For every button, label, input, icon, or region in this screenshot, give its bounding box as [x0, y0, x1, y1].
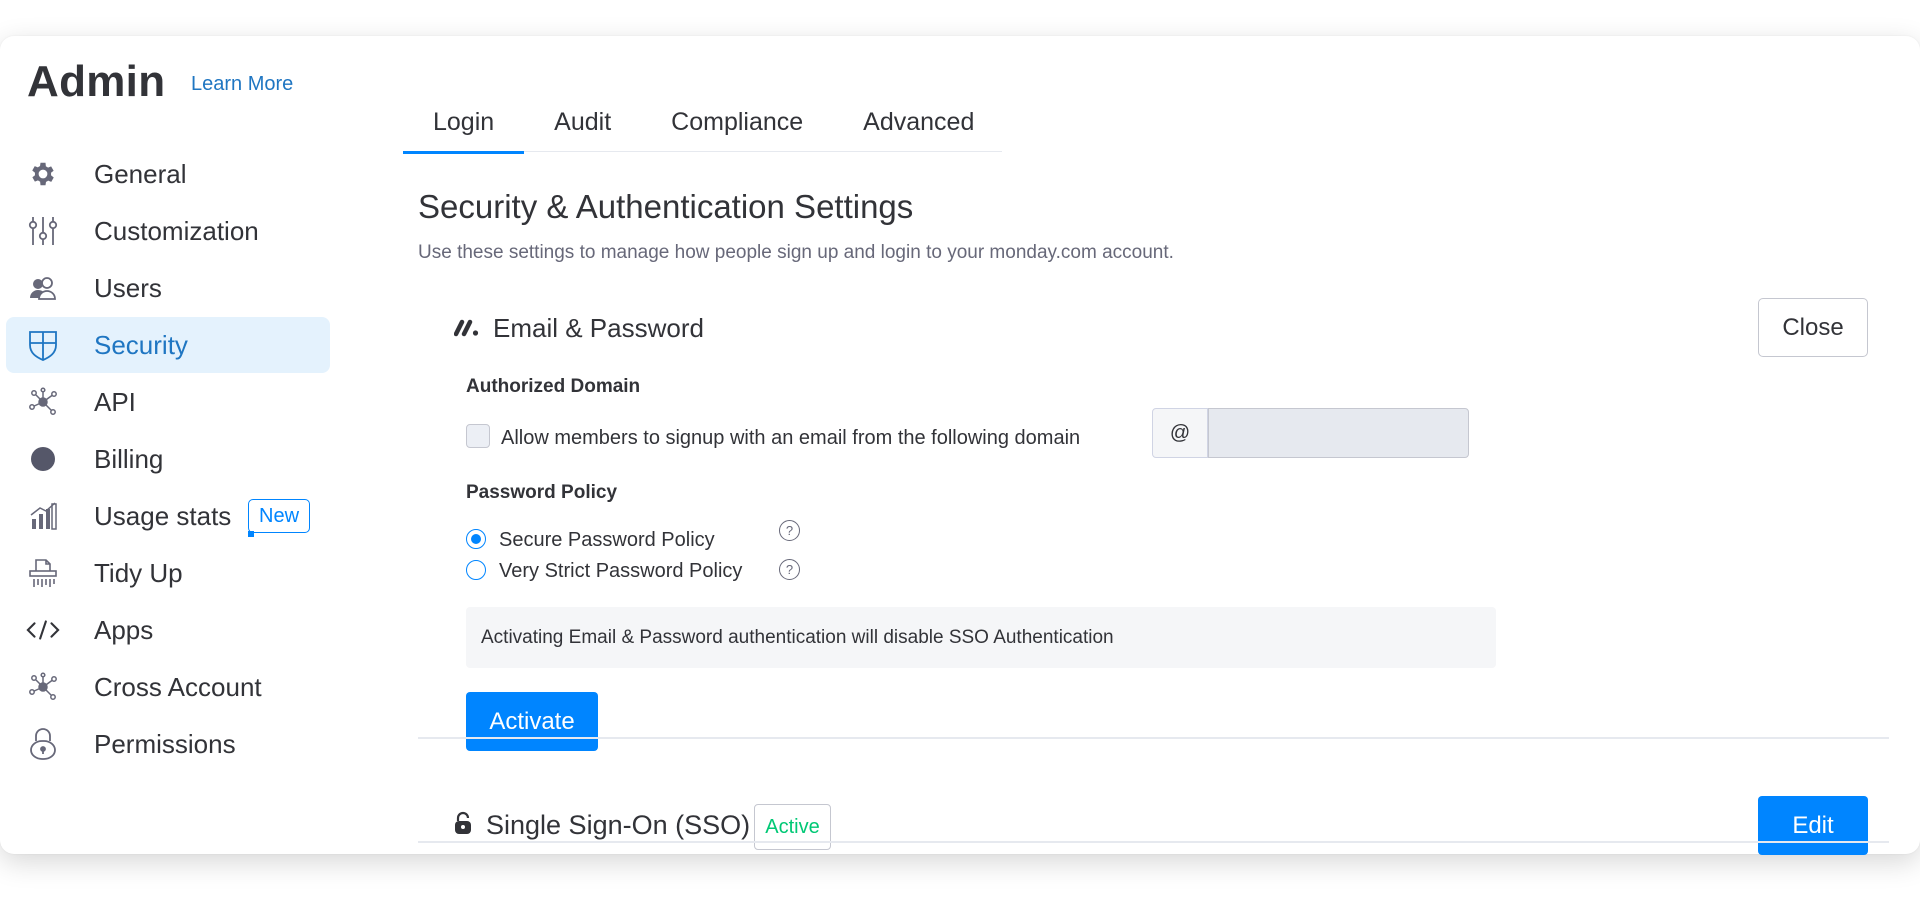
sidebar-item-billing[interactable]: Billing: [6, 431, 330, 487]
tab-compliance[interactable]: Compliance: [641, 92, 833, 152]
help-icon[interactable]: ?: [779, 520, 800, 541]
edit-button[interactable]: Edit: [1758, 796, 1868, 855]
secure-policy-label: Secure Password Policy: [499, 529, 715, 551]
secure-policy-radio[interactable]: [466, 529, 486, 549]
sidebar-nav: General Customization Users Security API: [6, 146, 330, 773]
new-badge: New: [248, 499, 311, 537]
section-title: Security & Authentication Settings: [418, 188, 914, 225]
activate-button[interactable]: Activate: [466, 692, 598, 751]
very-strict-policy-label: Very Strict Password Policy: [499, 560, 743, 582]
sidebar-item-api[interactable]: API: [6, 374, 330, 430]
sidebar-item-label: Tidy Up: [94, 558, 183, 588]
sidebar-item-label: Customization: [94, 216, 259, 246]
sidebar-item-label: General: [94, 159, 187, 189]
monday-logo-icon: [453, 317, 480, 342]
at-symbol-prefix: @: [1152, 408, 1208, 458]
sidebar-item-label: Security: [94, 330, 188, 360]
sidebar-item-label: Users: [94, 273, 162, 303]
network-icon: [26, 385, 60, 419]
sidebar-item-label: Cross Account: [94, 672, 262, 702]
circle-icon: [26, 442, 60, 476]
password-policy-heading: Password Policy: [466, 482, 618, 503]
sidebar-item-security[interactable]: Security: [6, 317, 330, 373]
sidebar-item-general[interactable]: General: [6, 146, 330, 202]
sidebar-item-label: API: [94, 387, 136, 417]
very-strict-policy-radio[interactable]: [466, 560, 486, 580]
status-badge: Active: [754, 804, 831, 850]
sso-notice: Activating Email & Password authenticati…: [466, 607, 1496, 668]
email-password-title: Email & Password: [493, 313, 704, 343]
sidebar-item-apps[interactable]: Apps: [6, 602, 330, 658]
sidebar-item-users[interactable]: Users: [6, 260, 330, 316]
divider: [418, 841, 1889, 843]
tab-login[interactable]: Login: [403, 92, 525, 154]
divider: [418, 737, 1889, 739]
sidebar-item-permissions[interactable]: Permissions: [6, 716, 330, 772]
sidebar-item-customization[interactable]: Customization: [6, 203, 330, 259]
sso-title: Single Sign-On (SSO): [486, 810, 751, 840]
sidebar-item-usage-stats[interactable]: Usage stats New: [6, 488, 330, 544]
lock-icon: [454, 811, 472, 840]
allow-domain-label: Allow members to signup with an email fr…: [501, 427, 1081, 449]
settings-tabs: Login Audit Compliance Advanced: [403, 92, 1004, 154]
learn-more-link[interactable]: Learn More: [191, 74, 293, 94]
sidebar-item-label: Usage stats: [94, 501, 232, 531]
section-subtitle: Use these settings to manage how people …: [418, 242, 1174, 263]
users-icon: [26, 271, 60, 305]
domain-input[interactable]: [1208, 408, 1469, 458]
allow-domain-checkbox[interactable]: [466, 424, 490, 448]
gear-icon: [26, 157, 60, 191]
sidebar-item-cross-account[interactable]: Cross Account: [6, 659, 330, 715]
network-icon: [26, 670, 60, 704]
authorized-domain-heading: Authorized Domain: [466, 376, 641, 397]
lock-icon: [26, 727, 60, 761]
sidebar-item-label: Permissions: [94, 729, 236, 759]
sidebar-item-label: Billing: [94, 444, 164, 474]
admin-panel: Admin Learn More General Customization U…: [0, 36, 1920, 855]
shield-icon: [26, 328, 60, 362]
stats-icon: [26, 499, 60, 533]
code-icon: [26, 613, 60, 647]
page-title: Admin: [27, 57, 166, 106]
sliders-icon: [26, 214, 60, 248]
shredder-icon: [26, 556, 60, 590]
tab-advanced[interactable]: Advanced: [833, 92, 1004, 152]
sidebar-item-label: Apps: [94, 615, 154, 645]
sidebar-item-tidy-up[interactable]: Tidy Up: [6, 545, 330, 601]
help-icon[interactable]: ?: [779, 559, 800, 580]
close-button[interactable]: Close: [1758, 298, 1868, 357]
tab-audit[interactable]: Audit: [524, 92, 641, 152]
